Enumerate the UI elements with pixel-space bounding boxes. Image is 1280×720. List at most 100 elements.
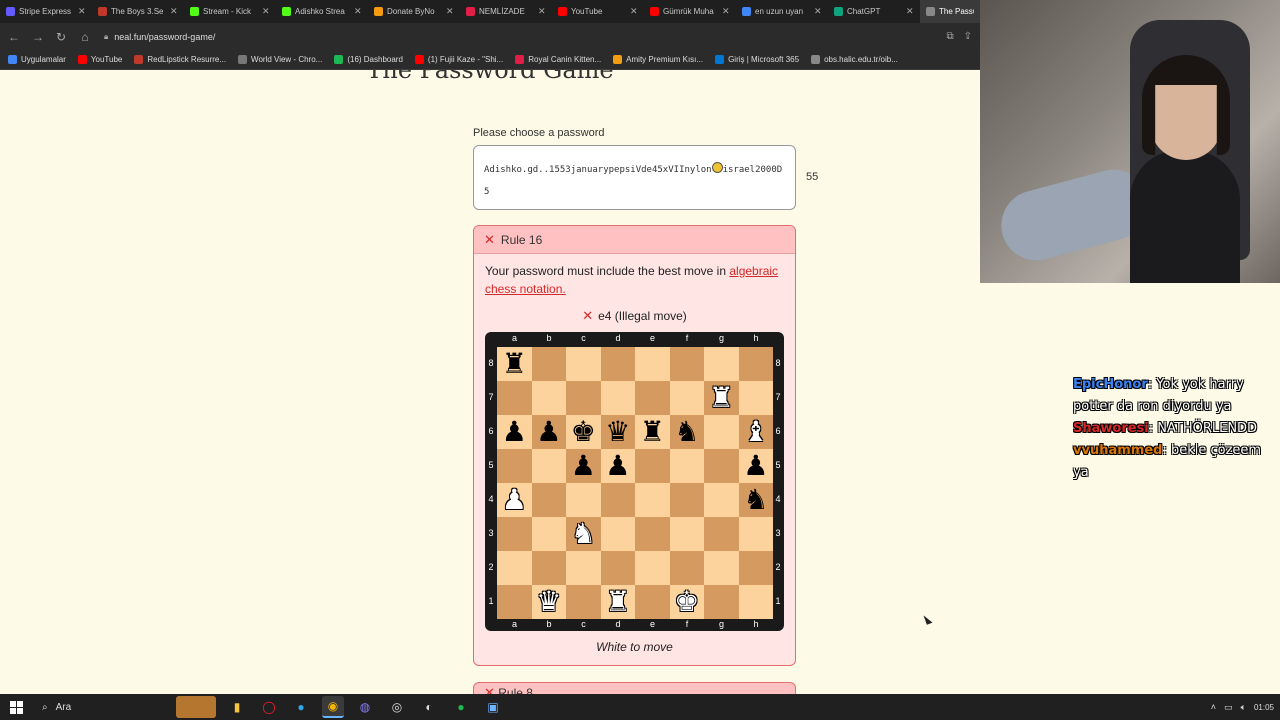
tab-close-icon[interactable]: ✕ bbox=[262, 6, 270, 17]
browser-tab[interactable]: Adishko Strea ✕ bbox=[276, 0, 368, 23]
character-count: 55 bbox=[806, 171, 819, 183]
chess-square bbox=[497, 449, 532, 483]
browser-tab[interactable]: YouTube ✕ bbox=[552, 0, 644, 23]
rank-label: 8 bbox=[775, 358, 781, 368]
rule-card: ✕ Rule 16 Your password must include the… bbox=[473, 225, 796, 666]
black-knight-piece: ♞ bbox=[743, 483, 769, 516]
bookmark-item[interactable]: obs.halic.edu.tr/oib... bbox=[811, 55, 898, 64]
share-icon[interactable]: ⇪ bbox=[964, 31, 972, 42]
browser-tab[interactable]: en uzun uyan ✕ bbox=[736, 0, 828, 23]
search-icon: ⌕ bbox=[42, 701, 48, 713]
bookmark-icon bbox=[8, 55, 17, 64]
taskbar: ⌕ Ara ▮ ◯ ● ◉ ◍ ◎ ◐ ● ▣ ˄ ▭ 🔈︎ 01:05 bbox=[0, 694, 1280, 720]
steam-icon[interactable]: ◐ bbox=[418, 696, 440, 718]
clock[interactable]: 01:05 bbox=[1254, 703, 1274, 712]
network-icon[interactable]: ▭ bbox=[1224, 702, 1233, 713]
chat-username: Shaworesi bbox=[1073, 421, 1149, 436]
bookmark-item[interactable]: YouTube bbox=[77, 55, 123, 64]
start-button[interactable] bbox=[6, 697, 26, 717]
chess-square bbox=[531, 381, 566, 415]
chess-square bbox=[704, 585, 739, 619]
forward-icon[interactable]: → bbox=[32, 30, 44, 44]
tab-favicon-icon bbox=[6, 7, 15, 16]
tab-close-icon[interactable]: ✕ bbox=[538, 6, 546, 17]
browser-tab[interactable]: The Boys 3.Se ✕ bbox=[92, 0, 184, 23]
chess-square bbox=[669, 347, 704, 381]
tab-close-icon[interactable]: ✕ bbox=[722, 6, 730, 17]
browser-tab[interactable]: Gümrük Muha ✕ bbox=[644, 0, 736, 23]
browser-tab[interactable]: Donate ByNo ✕ bbox=[368, 0, 460, 23]
chrome-icon[interactable]: ◉ bbox=[322, 696, 344, 718]
tab-close-icon[interactable]: ✕ bbox=[354, 6, 362, 17]
tab-label: Stream - Kick bbox=[203, 7, 252, 16]
file-explorer-icon[interactable]: ▮ bbox=[226, 696, 248, 718]
bookmark-item[interactable]: Amity Premium Kısı... bbox=[613, 55, 703, 64]
tab-close-icon[interactable]: ✕ bbox=[446, 6, 454, 17]
taskbar-widget-icon[interactable] bbox=[176, 696, 216, 718]
tab-close-icon[interactable]: ✕ bbox=[906, 6, 914, 17]
file-label: b bbox=[546, 333, 552, 343]
bookmark-icon bbox=[134, 55, 144, 64]
black-rook-piece: ♜ bbox=[639, 415, 665, 448]
bookmark-item[interactable]: (1) Fujii Kaze - "Shi... bbox=[414, 55, 503, 64]
white-queen-piece: ♛ bbox=[536, 585, 562, 618]
opera-icon[interactable]: ◯ bbox=[258, 696, 280, 718]
obs-icon[interactable]: ◎ bbox=[386, 696, 408, 718]
chess-square bbox=[566, 585, 601, 619]
chess-square bbox=[531, 483, 566, 517]
tab-close-icon[interactable]: ✕ bbox=[78, 6, 86, 17]
discord-icon[interactable]: ◍ bbox=[354, 696, 376, 718]
tray-chevron-icon[interactable]: ˄ bbox=[1211, 702, 1216, 712]
reload-icon[interactable]: ↻ bbox=[56, 30, 66, 44]
white-rook-piece: ♜ bbox=[605, 585, 631, 618]
url-text: neal.fun/password-game/ bbox=[114, 31, 216, 42]
volume-icon[interactable]: 🔈︎ bbox=[1241, 702, 1246, 713]
chess-square: ♟ bbox=[738, 449, 773, 483]
browser-tab[interactable]: NEMLİZADE ✕ bbox=[460, 0, 552, 23]
move-status: ✕ e4 (Illegal move) bbox=[485, 307, 784, 325]
chess-square bbox=[497, 381, 532, 415]
rule-text: Your password must include the best move… bbox=[485, 264, 730, 278]
black-pawn-piece: ♟ bbox=[536, 415, 562, 448]
tab-close-icon[interactable]: ✕ bbox=[814, 6, 822, 17]
bookmark-item[interactable]: Royal Canin Kitten... bbox=[515, 55, 601, 64]
chess-square: ♜ bbox=[704, 381, 739, 415]
chess-square bbox=[600, 551, 635, 585]
edge-icon[interactable]: ● bbox=[290, 696, 312, 718]
bookmark-item[interactable]: (16) Dashboard bbox=[334, 55, 403, 64]
chess-square bbox=[635, 381, 670, 415]
browser-tab[interactable]: The Passw bbox=[920, 0, 980, 23]
spotify-icon[interactable]: ● bbox=[450, 696, 472, 718]
bookmark-item[interactable]: World View - Chro... bbox=[238, 55, 322, 64]
password-input[interactable]: Adishko.gd..1553januarypepsiVde45xVIInyl… bbox=[473, 145, 796, 210]
back-icon[interactable]: ← bbox=[8, 30, 20, 44]
chat-overlay: EpicHonor: Yok yok harry potter da ron d… bbox=[1073, 374, 1273, 484]
tab-close-icon[interactable]: ✕ bbox=[170, 6, 178, 17]
chess-square bbox=[738, 585, 773, 619]
tab-favicon-icon bbox=[558, 7, 567, 16]
rank-label: 4 bbox=[775, 494, 781, 504]
bookmark-label: World View - Chro... bbox=[251, 55, 323, 64]
app-icon[interactable]: ▣ bbox=[482, 696, 504, 718]
chess-square bbox=[566, 551, 601, 585]
bookmark-item[interactable]: RedLipstick Resurre... bbox=[134, 55, 226, 64]
cross-icon: ✕ bbox=[484, 231, 495, 247]
file-label: f bbox=[685, 619, 689, 629]
chess-square bbox=[600, 381, 635, 415]
translate-icon[interactable]: ⧉ bbox=[946, 31, 953, 42]
tab-favicon-icon bbox=[742, 7, 751, 16]
address-bar[interactable]: 🔒︎ neal.fun/password-game/ bbox=[104, 32, 932, 42]
bookmark-item[interactable]: Giriş | Microsoft 365 bbox=[715, 55, 799, 64]
bookmark-label: YouTube bbox=[90, 55, 123, 64]
rank-label: 6 bbox=[488, 426, 494, 436]
browser-tab[interactable]: Stripe Express ✕ bbox=[0, 0, 92, 23]
black-pawn-piece: ♟ bbox=[743, 449, 769, 482]
next-rule-card: ✕ Rule 8 bbox=[473, 682, 796, 694]
browser-tab[interactable]: Stream - Kick ✕ bbox=[184, 0, 276, 23]
taskbar-search[interactable]: ⌕ Ara bbox=[36, 697, 166, 717]
browser-tab[interactable]: ChatGPT ✕ bbox=[828, 0, 920, 23]
home-icon[interactable]: ⌂ bbox=[80, 30, 90, 44]
bookmark-item[interactable]: Uygulamalar bbox=[8, 55, 66, 64]
black-pawn-piece: ♟ bbox=[501, 415, 527, 448]
tab-close-icon[interactable]: ✕ bbox=[630, 6, 638, 17]
